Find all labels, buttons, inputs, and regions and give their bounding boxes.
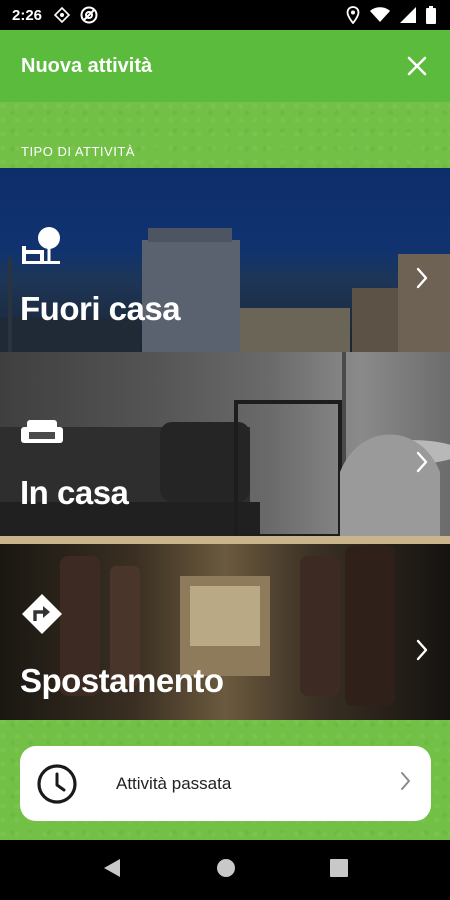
- status-bar: 2:26: [0, 0, 450, 30]
- back-icon[interactable]: [102, 857, 122, 884]
- close-button[interactable]: [402, 51, 432, 81]
- battery-icon: [426, 6, 436, 24]
- tree-bench-icon: [20, 224, 64, 268]
- app-notification-icon: [80, 6, 98, 24]
- recents-icon[interactable]: [330, 858, 348, 882]
- wifi-icon: [370, 7, 390, 23]
- past-activity-button[interactable]: Attività passata: [20, 746, 431, 821]
- close-icon: [407, 56, 427, 76]
- app-bar: Nuova attività: [0, 30, 450, 102]
- chevron-right-icon: [414, 266, 430, 290]
- system-nav-bar: [0, 840, 450, 900]
- section-label: TIPO DI ATTIVITÀ: [21, 144, 135, 159]
- page-title: Nuova attività: [21, 54, 153, 77]
- card-label: Spostamento: [20, 662, 224, 699]
- card-fuori-casa[interactable]: Fuori casa: [0, 168, 450, 352]
- card-spostamento[interactable]: Spostamento: [0, 536, 450, 720]
- signal-icon: [400, 7, 416, 23]
- card-label: Fuori casa: [20, 290, 181, 327]
- chevron-right-icon: [414, 638, 430, 662]
- location-icon: [346, 6, 360, 24]
- past-activity-label: Attività passata: [116, 773, 232, 793]
- status-time: 2:26: [12, 6, 43, 24]
- chevron-right-icon: [414, 450, 430, 474]
- content-area: TIPO DI ATTIVITÀ Fuori casa In casa Spos…: [0, 102, 450, 840]
- chevron-right-icon: [399, 771, 411, 796]
- compass-icon: [54, 7, 71, 23]
- sofa-icon: [20, 408, 64, 452]
- card-label: In casa: [20, 474, 129, 511]
- home-icon[interactable]: [216, 858, 236, 883]
- card-in-casa[interactable]: In casa: [0, 352, 450, 536]
- direction-sign-icon: [20, 592, 64, 636]
- clock-icon: [36, 763, 78, 805]
